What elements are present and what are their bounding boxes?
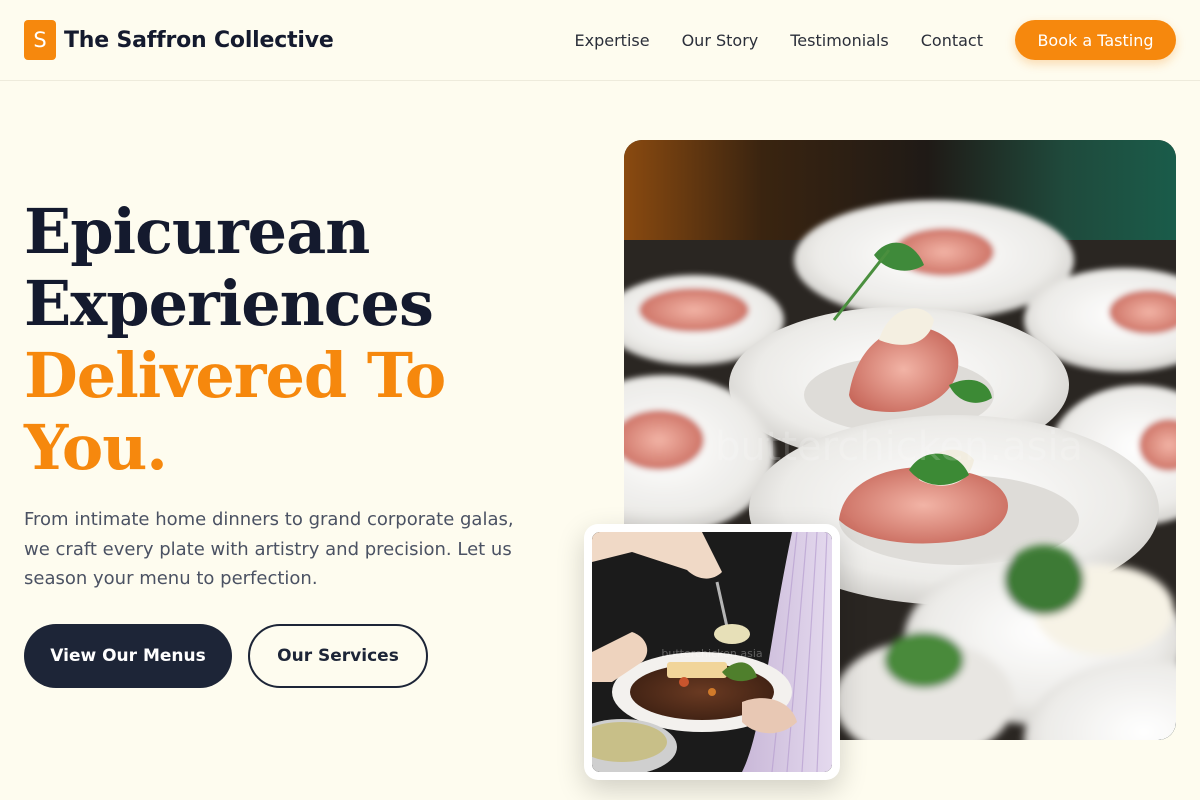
hero-photo-watermark: butterchicken.asia [715, 424, 1083, 470]
serving-photo: butterchicken.asia [592, 532, 832, 772]
hero-title-line-4: You. [24, 411, 168, 484]
nav-link-testimonials[interactable]: Testimonials [790, 31, 889, 50]
brand-name: The Saffron Collective [64, 27, 334, 53]
photo-card-serving: butterchicken.asia [584, 524, 840, 780]
nav-link-our-story[interactable]: Our Story [682, 31, 759, 50]
hero-title: Epicurean Experiences Delivered To You. [24, 196, 544, 484]
book-tasting-button[interactable]: Book a Tasting [1015, 20, 1176, 60]
serving-food-illustration: butterchicken.asia [592, 532, 832, 772]
logo-mark: S [24, 20, 56, 60]
hero-description: From intimate home dinners to grand corp… [24, 509, 514, 589]
hero-title-line-2: Experiences [24, 267, 434, 340]
nav-link-expertise[interactable]: Expertise [575, 31, 650, 50]
our-services-button[interactable]: Our Services [248, 624, 428, 688]
brand[interactable]: S The Saffron Collective [24, 20, 334, 60]
card-photo-watermark: butterchicken.asia [661, 647, 762, 660]
view-menus-button[interactable]: View Our Menus [24, 624, 232, 688]
hero-title-line-3: Delivered To [24, 339, 446, 412]
nav-link-contact[interactable]: Contact [921, 31, 983, 50]
site-header: S The Saffron Collective Expertise Our S… [0, 0, 1200, 81]
main-nav: Expertise Our Story Testimonials Contact… [575, 20, 1176, 60]
hero-title-line-1: Epicurean [24, 195, 370, 268]
